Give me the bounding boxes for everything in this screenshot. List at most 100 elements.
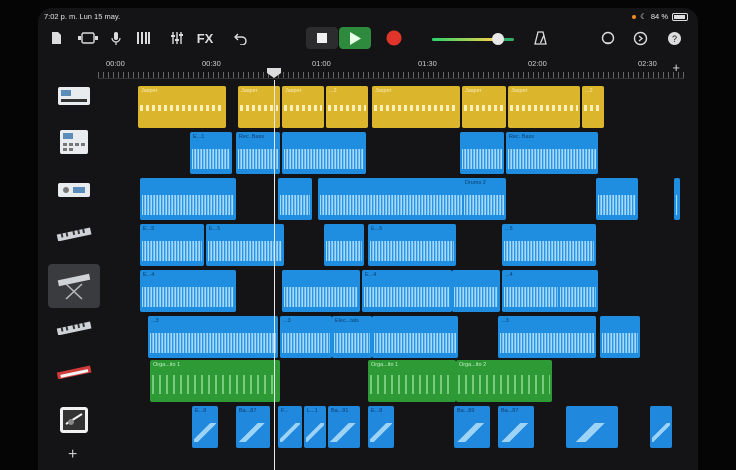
battery-percent: 84 %: [650, 12, 668, 21]
metronome-icon[interactable]: [530, 27, 550, 49]
region-name: L...1: [307, 408, 318, 414]
arrangement-area[interactable]: Jasper Jasper Jasper ...2 Jasper Jasper Jasper…: [100, 80, 686, 470]
piano-stand-icon[interactable]: [48, 264, 100, 308]
audio-region[interactable]: E...4: [140, 270, 236, 312]
keyboard-icon[interactable]: [48, 212, 100, 256]
audio-region[interactable]: [674, 178, 680, 220]
playhead-handle-icon[interactable]: [267, 68, 281, 78]
audio-region[interactable]: E...5: [140, 224, 204, 266]
play-icon: [350, 31, 361, 45]
midi-region[interactable]: Jasper: [282, 86, 324, 128]
region-name: Jasper: [241, 88, 258, 94]
audio-region[interactable]: [596, 178, 638, 220]
organ-region[interactable]: Orga...ito 1: [150, 360, 280, 402]
audio-region[interactable]: [372, 316, 458, 358]
drum-region[interactable]: Ba...87: [498, 406, 534, 448]
midi-region[interactable]: Jasper: [372, 86, 460, 128]
red-keyboard-icon[interactable]: [48, 350, 100, 394]
stop-button[interactable]: [306, 27, 338, 49]
audio-region[interactable]: E...4: [362, 270, 452, 312]
drum-region[interactable]: E...8: [192, 406, 218, 448]
audio-region[interactable]: ...5: [502, 224, 596, 266]
drum-region[interactable]: F...: [278, 406, 302, 448]
organ-region[interactable]: Orga...ito 2: [456, 360, 552, 402]
mixer-icon[interactable]: [166, 27, 188, 49]
region-name: ...4: [505, 272, 513, 278]
audio-region[interactable]: ...3: [280, 316, 332, 358]
drum-machine-icon[interactable]: [48, 120, 100, 164]
audio-region[interactable]: [278, 178, 312, 220]
keyboard-synth-icon[interactable]: [48, 74, 100, 118]
region-name: Ba...91: [331, 408, 349, 414]
audio-region[interactable]: Elec...tals: [332, 316, 372, 358]
audio-region[interactable]: E...5: [368, 224, 456, 266]
add-section-icon[interactable]: +: [672, 60, 680, 75]
help-icon[interactable]: ?: [664, 27, 684, 49]
midi-region[interactable]: Jasper: [462, 86, 506, 128]
ruler-ticks: [98, 72, 684, 78]
audio-region[interactable]: [318, 178, 466, 220]
status-bar: 7:02 p. m. Lun 15 may. ☾ 84 %: [38, 8, 698, 24]
midi-region[interactable]: ...2: [326, 86, 368, 128]
toolbar: FX ?: [38, 24, 698, 54]
audio-region[interactable]: [282, 132, 366, 174]
audio-region[interactable]: [600, 316, 640, 358]
play-button[interactable]: [339, 27, 371, 49]
audio-region[interactable]: [140, 178, 236, 220]
midi-region[interactable]: Jasper: [508, 86, 580, 128]
audio-region[interactable]: [282, 270, 360, 312]
region-name: Orga...ito 1: [153, 362, 181, 368]
drum-region[interactable]: Ba...89: [454, 406, 490, 448]
audio-region[interactable]: E...1: [190, 132, 232, 174]
drum-region[interactable]: [566, 406, 618, 448]
browser-view-icon[interactable]: [76, 27, 100, 49]
microphone-icon[interactable]: [106, 27, 126, 49]
master-volume-knob[interactable]: [491, 33, 504, 45]
drummer-icon[interactable]: [48, 398, 100, 442]
loop-browser-icon[interactable]: [598, 27, 618, 49]
region-name: ...2: [329, 88, 337, 94]
region-name: E...8: [195, 408, 207, 414]
region-name: Ba...87: [501, 408, 519, 414]
audio-region[interactable]: Drums 2: [462, 178, 506, 220]
stop-icon: [317, 33, 327, 43]
audio-region[interactable]: [558, 270, 598, 312]
undo-icon[interactable]: [230, 27, 252, 49]
drum-region[interactable]: E...8: [368, 406, 394, 448]
timeline-ruler[interactable]: + 00:00 00:30 01:00 01:30 02:00 02:30: [98, 56, 684, 79]
organ-region[interactable]: Orga...ito 1: [368, 360, 456, 402]
add-track-icon[interactable]: +: [68, 446, 77, 464]
svg-text:?: ?: [671, 34, 676, 44]
region-name: Ba...87: [239, 408, 257, 414]
region-name: Rec. Bass: [509, 134, 535, 140]
audio-region[interactable]: Rec. Bass: [506, 132, 598, 174]
drum-region[interactable]: L...1: [304, 406, 326, 448]
midi-region[interactable]: Jasper: [138, 86, 226, 128]
master-volume-slider[interactable]: [432, 33, 514, 45]
fx-button[interactable]: FX: [192, 27, 218, 49]
drum-region[interactable]: [650, 406, 672, 448]
region-name: E...4: [143, 272, 155, 278]
drum-region[interactable]: Ba...87: [236, 406, 270, 448]
audio-interface-icon[interactable]: [48, 168, 100, 212]
my-songs-icon[interactable]: [46, 27, 66, 49]
audio-region[interactable]: ...3: [148, 316, 278, 358]
song-settings-icon[interactable]: [630, 27, 650, 49]
audio-region[interactable]: [460, 132, 504, 174]
tracks-grid-icon[interactable]: [132, 27, 154, 49]
ruler-label: 02:30: [638, 59, 657, 68]
master-volume-fill: [432, 38, 498, 41]
audio-region[interactable]: ...3: [498, 316, 596, 358]
region-name: E...5: [143, 226, 155, 232]
midi-region[interactable]: ...2: [582, 86, 604, 128]
record-icon: [386, 30, 402, 46]
record-button[interactable]: [382, 27, 406, 49]
drum-region[interactable]: Ba...91: [328, 406, 360, 448]
region-name: Jasper: [141, 88, 158, 94]
ruler-label: 00:30: [202, 59, 221, 68]
keyboard-icon[interactable]: [48, 306, 100, 350]
audio-region[interactable]: [324, 224, 364, 266]
audio-region[interactable]: E...5: [206, 224, 284, 266]
audio-region[interactable]: [452, 270, 500, 312]
playhead-line[interactable]: [274, 80, 275, 470]
